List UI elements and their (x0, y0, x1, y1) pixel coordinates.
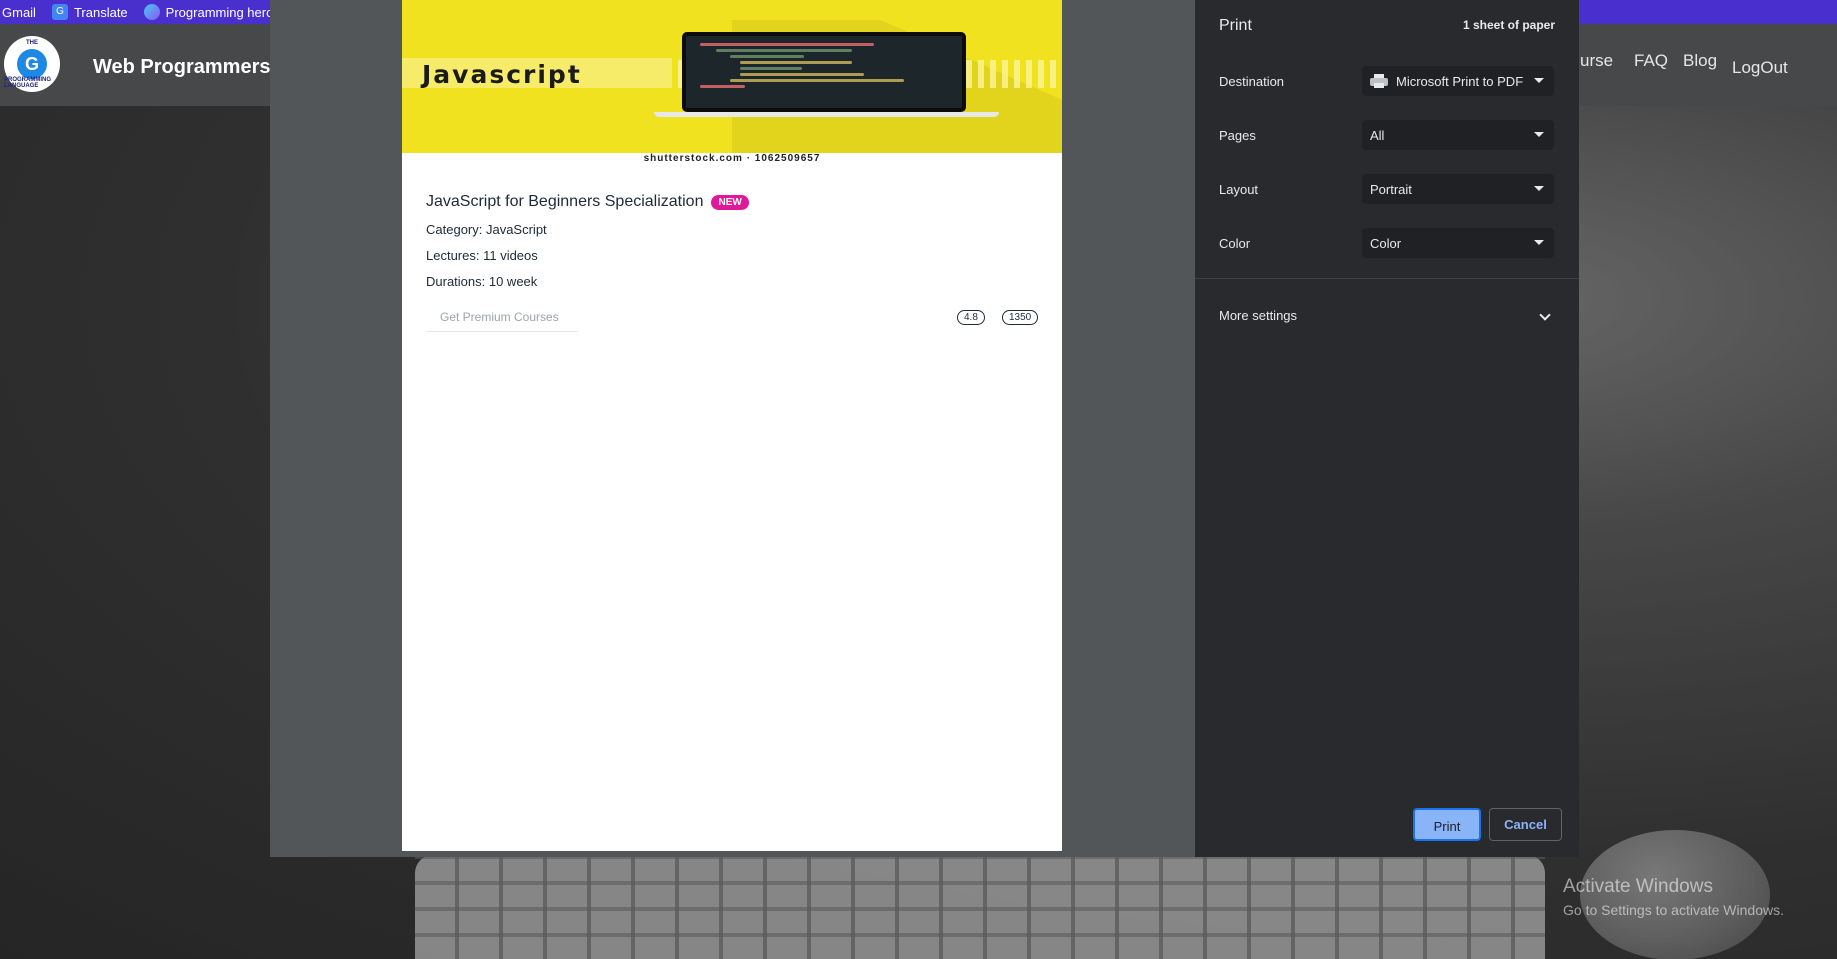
printer-icon (1370, 74, 1388, 88)
translate-icon: G (51, 4, 68, 20)
laptop-base (654, 112, 999, 117)
chevron-down-icon (1534, 132, 1544, 137)
code-line (740, 73, 864, 76)
activation-subtitle: Go to Settings to activate Windows. (1563, 902, 1784, 918)
image-watermark: shutterstock.com · 1062509657 (402, 153, 1062, 165)
chevron-down-icon[interactable] (1539, 309, 1551, 321)
pages-value: All (1370, 127, 1385, 143)
code-line (730, 55, 805, 58)
bookmark-translate[interactable]: G Translate (51, 4, 128, 20)
course-title-row: JavaScript for Beginners Specialization … (426, 193, 749, 211)
layout-value: Portrait (1370, 181, 1412, 197)
sheet-count: 1 sheet of paper (1462, 18, 1555, 32)
chevron-down-icon (1534, 78, 1544, 83)
destination-select[interactable]: Microsoft Print to PDF (1362, 66, 1554, 96)
code-line (716, 49, 853, 52)
layout-label: Layout (1219, 182, 1259, 197)
code-line (740, 67, 802, 70)
destination-value: Microsoft Print to PDF (1396, 73, 1524, 89)
pages-label: Pages (1219, 128, 1256, 143)
chevron-down-icon (1534, 186, 1544, 191)
course-banner-image: Javascript (402, 0, 1062, 153)
color-value: Color (1370, 235, 1402, 251)
reviews-pill: 1350 (1002, 310, 1039, 325)
laptop-screen (682, 32, 966, 112)
bookmark-label: Gmail (2, 4, 36, 20)
rating-pill: 4.8 (957, 310, 985, 325)
nav-link-logout[interactable]: LogOut (1732, 58, 1788, 78)
new-badge: NEW (711, 194, 749, 210)
print-button[interactable]: Print (1413, 808, 1481, 841)
color-label: Color (1219, 236, 1251, 251)
logo-icon: G (17, 49, 47, 79)
bookmark-gmail[interactable]: Gmail (2, 5, 36, 20)
logo-text-top: THE (26, 40, 38, 46)
course-durations: Durations: 10 week (426, 274, 538, 289)
code-line (740, 61, 852, 64)
code-line (730, 79, 904, 82)
bookmark-label: Programming hero (165, 4, 274, 20)
course-category: Category: JavaScript (426, 222, 547, 237)
pages-select[interactable]: All (1362, 120, 1554, 150)
nav-link-course[interactable]: urse (1580, 51, 1613, 71)
panel-divider (1195, 278, 1579, 279)
code-line (700, 85, 745, 88)
banner-title: Javascript (422, 60, 582, 89)
print-settings-panel: Print 1 sheet of paper Destination Micro… (1195, 0, 1579, 857)
activation-title: Activate Windows (1563, 876, 1713, 897)
preview-page: Javascript shutterstock.com · 1062509657… (402, 0, 1062, 851)
course-lectures: Lectures: 11 videos (426, 248, 538, 263)
bookmark-label: Translate (73, 4, 128, 20)
chevron-down-icon (1534, 240, 1544, 245)
site-brand[interactable]: Web Programmers (93, 56, 270, 79)
bookmark-programming-hero[interactable]: Programming hero (143, 4, 274, 20)
windows-activation-watermark: Activate Windows Go to Settings to activ… (1563, 876, 1784, 918)
color-select[interactable]: Color (1362, 228, 1554, 258)
more-settings-toggle[interactable]: More settings (1219, 308, 1297, 323)
print-dialog-title: Print (1219, 17, 1252, 34)
get-premium-courses-button[interactable]: Get Premium Courses (426, 306, 578, 332)
layout-select[interactable]: Portrait (1362, 174, 1554, 204)
course-title: JavaScript for Beginners Specialization (426, 193, 704, 210)
nav-link-faq[interactable]: FAQ (1634, 51, 1668, 71)
print-preview-area: Javascript shutterstock.com · 1062509657… (270, 0, 1195, 857)
destination-label: Destination (1219, 74, 1285, 89)
cancel-button[interactable]: Cancel (1489, 808, 1562, 841)
site-logo[interactable]: THE G PROGRAMMING LANGUAGE (4, 36, 60, 92)
logo-text-bottom: PROGRAMMING LANGUAGE (4, 77, 51, 89)
programming-hero-icon (143, 4, 160, 20)
code-line (700, 43, 874, 46)
nav-link-blog[interactable]: Blog (1683, 51, 1717, 71)
